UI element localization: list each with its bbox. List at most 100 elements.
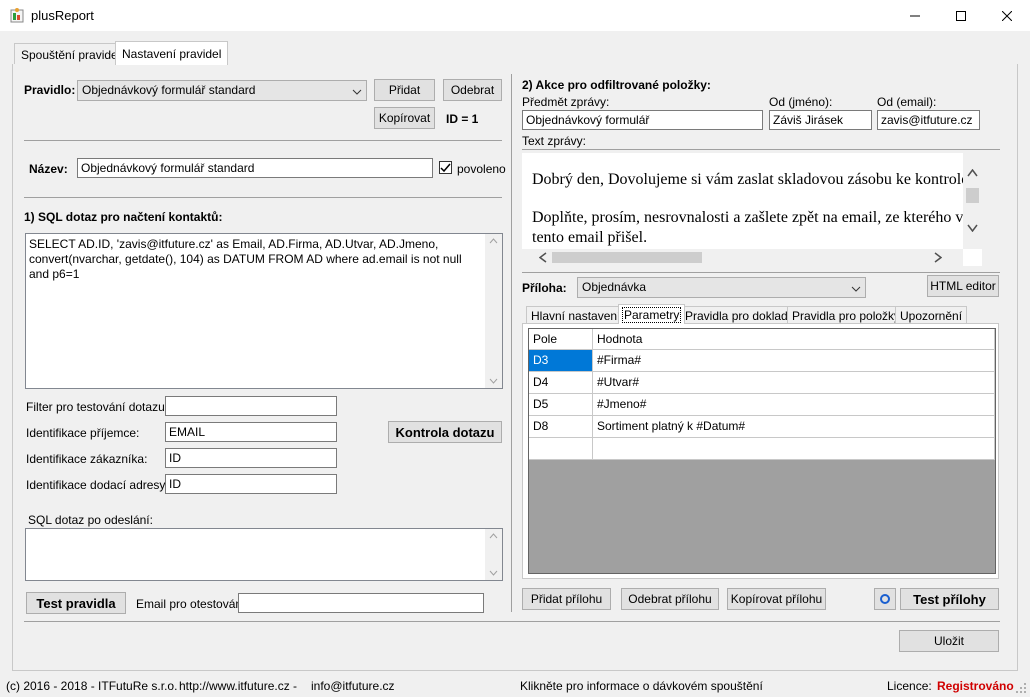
rule-id: ID = 1 [446,112,479,126]
customer-input[interactable]: ID [165,448,337,468]
subject-input[interactable]: Objednávkový formulář [522,110,763,130]
chevron-left-icon [539,252,547,263]
divider [24,197,502,198]
close-button[interactable] [984,0,1030,31]
grid-cell-hodnota[interactable]: Sortiment platný k #Datum# [593,416,995,438]
copy-attachment-button[interactable]: Kopírovat přílohu [727,588,826,610]
chevron-down-icon [352,85,362,99]
divider [522,149,1000,150]
title-bar: plusReport [0,0,1030,31]
copyright-text: (c) 2016 - 2018 - ITFutuRe s.r.o. [6,679,178,693]
subtab-hlavni-nastaveni[interactable]: Hlavní nastavení [526,306,626,324]
divider [522,272,1000,273]
grid-header-pole[interactable]: Pole [529,329,593,350]
resize-grip-icon[interactable] [1016,683,1027,694]
grid-cell-pole[interactable]: D8 [529,416,593,438]
html-editor-button[interactable]: HTML editor [927,275,999,297]
divider [24,140,502,141]
divider [24,621,1000,622]
filter-input[interactable] [165,396,337,416]
check-query-button[interactable]: Kontrola dotazu [388,421,502,443]
message-editor[interactable]: Dobrý den, Dovolujeme si vám zaslat skla… [522,153,982,266]
scroll-thumb[interactable] [966,188,979,203]
subtab-pravidla-pro-doklady[interactable]: Pravidla pro doklady [680,306,799,324]
website-link[interactable]: http://www.itfuture.cz - [179,679,297,693]
test-rule-button[interactable]: Test pravidla [26,592,126,614]
check-icon [440,163,451,173]
message-line-1: Dobrý den, Dovolujeme si vám zaslat skla… [532,171,973,188]
batch-info-link[interactable]: Klikněte pro informace o dávkovém spoušt… [520,679,763,693]
licence-label: Licence: [887,679,932,693]
copy-rule-button[interactable]: Kopírovat [374,107,435,129]
name-label: Název: [29,162,68,176]
remove-attachment-button[interactable]: Odebrat přílohu [621,588,719,610]
app-icon [9,7,25,23]
message-hscroll[interactable] [522,249,963,266]
sql-heading: 1) SQL dotaz pro načtení kontaktů: [24,210,223,224]
message-line-2: Doplňte, prosím, nesrovnalosti a zašlete… [532,209,982,226]
message-line-3: tento email přišel. [532,229,648,246]
subtab-pravidla-pro-polozky[interactable]: Pravidla pro položky [787,306,906,324]
scroll-thumb[interactable] [552,252,702,263]
grid-header-hodnota[interactable]: Hodnota [593,329,995,350]
subtab-upozorneni[interactable]: Upozornění [895,306,968,324]
message-vscroll[interactable] [963,153,982,249]
grid-new-row-hodnota[interactable] [593,438,995,460]
test-attachment-button[interactable]: Test přílohy [900,588,999,610]
recipient-input[interactable]: EMAIL [165,422,337,442]
status-bar: (c) 2016 - 2018 - ITFutuRe s.r.o. http:/… [0,675,1030,697]
after-send-scrollbar[interactable] [485,529,502,580]
tab-spousteni-pravidel[interactable]: Spouštění pravidel [14,43,128,65]
chevron-up-icon [967,169,978,177]
licence-status: Registrováno [937,679,1014,693]
subtab-parametry[interactable]: Parametry [618,304,686,324]
rule-select[interactable]: Objednávkový formulář standard [77,80,367,101]
grid-cell-hodnota[interactable]: #Jmeno# [593,394,995,416]
from-name-label: Od (jméno): [769,95,833,109]
refresh-icon [880,594,890,604]
test-email-input[interactable] [238,593,484,613]
chevron-up-icon [489,533,498,539]
from-email-label: Od (email): [877,95,937,109]
sql-query-text: SELECT AD.ID, 'zavis@itfuture.cz' as Ema… [29,237,462,281]
minimize-button[interactable] [892,0,938,31]
refresh-button[interactable] [874,588,896,610]
sql-query-textarea[interactable]: SELECT AD.ID, 'zavis@itfuture.cz' as Ema… [25,233,503,389]
after-send-textarea[interactable] [25,528,503,581]
after-send-label: SQL dotaz po odeslání: [28,513,153,527]
email-link[interactable]: info@itfuture.cz [311,679,395,693]
window-title: plusReport [31,8,94,23]
chevron-right-icon [934,252,942,263]
test-email-label: Email pro otestování: [136,597,249,611]
subject-label: Předmět zprávy: [522,95,610,109]
enabled-checkbox[interactable] [439,161,452,174]
name-input[interactable]: Objednávkový formulář standard [77,158,433,178]
attachment-label: Příloha: [522,281,567,295]
chevron-down-icon [967,224,978,232]
add-rule-button[interactable]: Přidat [374,79,435,101]
rule-label: Pravidlo: [24,83,76,97]
from-name-input[interactable]: Záviš Jirásek [769,110,872,130]
grid-cell-hodnota[interactable]: #Utvar# [593,372,995,394]
grid-cell-pole[interactable]: D4 [529,372,593,394]
save-button[interactable]: Uložit [899,630,999,652]
customer-label: Identifikace zákazníka: [26,452,148,466]
filter-label: Filter pro testování dotazu: [26,400,169,414]
grid-cell-pole[interactable]: D3 [529,350,593,372]
recipient-label: Identifikace příjemce: [26,426,140,440]
tab-nastaveni-pravidel[interactable]: Nastavení pravidel [115,41,229,65]
grid-cell-hodnota[interactable]: #Firma# [593,350,995,372]
parameters-grid[interactable]: Pole Hodnota D3 #Firma# D4 #Utvar# D5 #J… [528,328,996,574]
from-email-input[interactable]: zavis@itfuture.cz [877,110,980,130]
action-heading: 2) Akce pro odfiltrované položky: [522,78,711,92]
delivery-input[interactable]: ID [165,474,337,494]
grid-new-row-pole[interactable] [529,438,593,460]
attachment-select[interactable]: Objednávka [577,277,866,298]
delivery-label: Identifikace dodací adresy: [26,478,169,492]
maximize-button[interactable] [938,0,984,31]
remove-rule-button[interactable]: Odebrat [443,79,502,101]
sql-scrollbar[interactable] [485,234,502,388]
chevron-up-icon [489,238,498,244]
add-attachment-button[interactable]: Přidat přílohu [522,588,611,610]
grid-cell-pole[interactable]: D5 [529,394,593,416]
